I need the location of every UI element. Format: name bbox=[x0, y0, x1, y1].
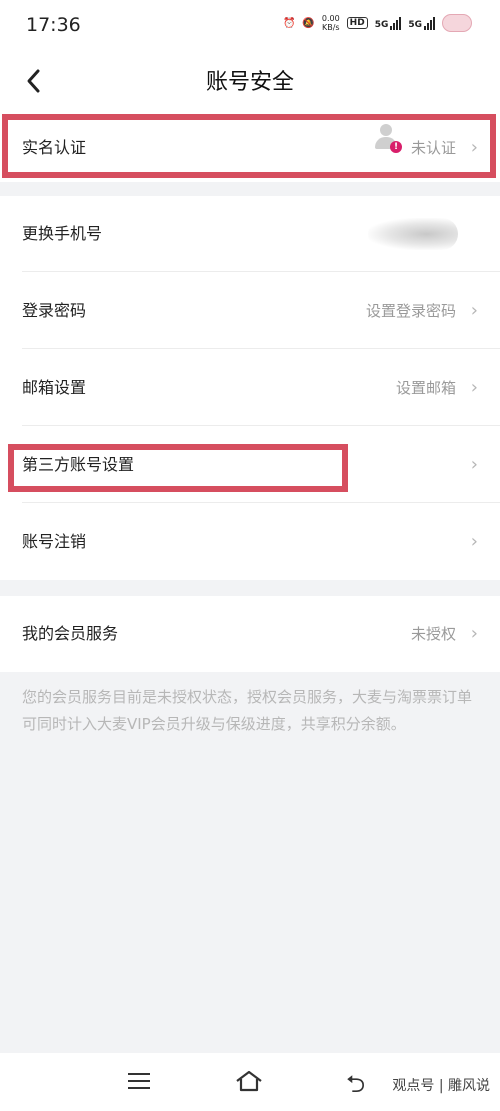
mute-icon: 🔕 bbox=[302, 17, 315, 29]
membership-note: 您的会员服务目前是未授权状态，授权会员服务，大麦与淘票票订单可同时计入大麦VIP… bbox=[22, 688, 473, 733]
row-login-password[interactable]: 登录密码 设置登录密码 › bbox=[0, 273, 500, 349]
return-icon[interactable]: ⮌ bbox=[346, 1067, 365, 1108]
divider bbox=[22, 425, 500, 426]
chevron-right-icon: › bbox=[470, 377, 478, 398]
signal-bars-icon bbox=[424, 16, 435, 30]
highlight-box-identity bbox=[2, 114, 496, 178]
row-value: 设置邮箱 bbox=[395, 379, 456, 397]
chevron-right-icon: › bbox=[470, 623, 478, 644]
battery-icon bbox=[442, 14, 472, 32]
signal-2: 5G bbox=[408, 16, 435, 30]
watermark: 观点号 | 雕风说 bbox=[388, 1075, 494, 1095]
status-bar: 17:36 ⏰ 🔕 0.00 KB/s HD 5G 5G bbox=[0, 0, 500, 52]
network-type-2: 5G bbox=[408, 20, 422, 30]
chevron-right-icon: › bbox=[470, 531, 478, 552]
home-glyph bbox=[236, 1070, 262, 1092]
account-section: 更换手机号 › 登录密码 设置登录密码 › 邮箱设置 设置邮箱 › 第三方账号设… bbox=[0, 196, 500, 580]
row-label: 账号注销 bbox=[22, 532, 87, 551]
chevron-right-icon: › bbox=[470, 454, 478, 475]
row-change-phone[interactable]: 更换手机号 › bbox=[0, 196, 500, 272]
alarm-icon: ⏰ bbox=[282, 17, 296, 29]
row-label: 邮箱设置 bbox=[22, 378, 87, 397]
network-type-1: 5G bbox=[374, 20, 389, 30]
nav-bar: 账号安全 bbox=[0, 52, 500, 114]
blurred-phone-number bbox=[368, 218, 458, 250]
status-icons: ⏰ 🔕 0.00 KB/s HD 5G 5G bbox=[283, 14, 472, 32]
signal-bars-icon bbox=[390, 16, 402, 30]
system-nav-bar: ⮌ 观点号 | 雕风说 bbox=[0, 1053, 500, 1111]
row-email-settings[interactable]: 邮箱设置 设置邮箱 › bbox=[0, 350, 500, 426]
divider bbox=[22, 271, 500, 272]
page-title: 账号安全 bbox=[205, 70, 294, 95]
row-label: 我的会员服务 bbox=[22, 624, 119, 643]
row-value: 设置登录密码 bbox=[365, 302, 456, 320]
menu-icon[interactable] bbox=[128, 1073, 150, 1091]
network-speed-value: 0.00 bbox=[321, 14, 340, 23]
chevron-right-icon: › bbox=[470, 300, 478, 321]
row-value: 未授权 bbox=[410, 625, 456, 643]
signal-1: 5G bbox=[375, 16, 402, 30]
row-account-deletion[interactable]: 账号注销 › bbox=[0, 504, 500, 580]
home-icon[interactable] bbox=[234, 1069, 264, 1097]
hd-badge: HD bbox=[346, 17, 368, 29]
membership-section: 我的会员服务 未授权 › bbox=[0, 596, 500, 672]
highlight-box-third-party bbox=[8, 444, 348, 492]
row-label: 更换手机号 bbox=[22, 224, 103, 243]
status-time: 17:36 bbox=[26, 14, 81, 36]
divider bbox=[22, 502, 500, 503]
network-speed-unit: KB/s bbox=[321, 23, 340, 32]
network-speed: 0.00 KB/s bbox=[322, 14, 340, 32]
divider bbox=[22, 348, 500, 349]
row-membership-service[interactable]: 我的会员服务 未授权 › bbox=[0, 596, 500, 672]
row-label: 登录密码 bbox=[22, 301, 87, 320]
